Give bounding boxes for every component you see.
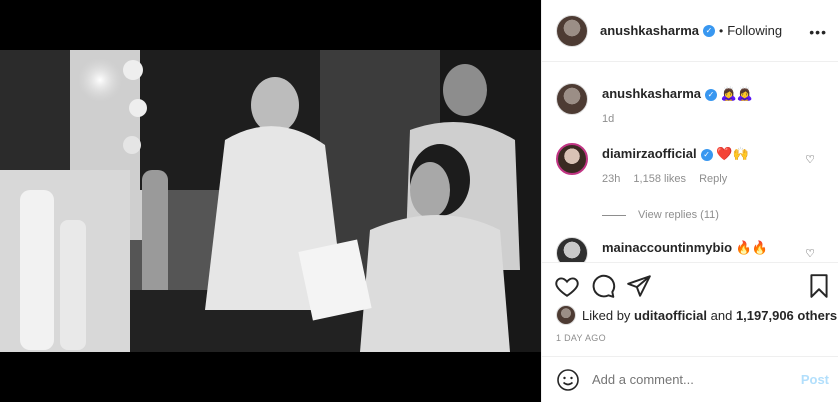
comment-line: diamirzaofficial ✓ ❤️🙌: [602, 145, 749, 163]
verified-badge-icon: ✓: [703, 24, 715, 37]
post-timestamp[interactable]: 1 DAY AGO: [556, 333, 606, 343]
comment-meta: 23h 1,158 likes Reply: [602, 173, 749, 185]
comment-time[interactable]: 23h: [602, 173, 620, 185]
caption-meta: 1d: [602, 113, 753, 125]
comment-likes[interactable]: 1,158 likes: [633, 173, 686, 185]
post-photo[interactable]: [0, 50, 541, 352]
verified-badge-icon: ✓: [700, 148, 713, 161]
author-username[interactable]: anushkasharma: [600, 23, 699, 38]
author-avatar[interactable]: [556, 14, 588, 47]
comment-like-heart-icon[interactable]: ♡: [805, 153, 815, 166]
caption-text: 🙇‍♀️🙇‍♀️: [720, 86, 753, 101]
caption-username[interactable]: anushkasharma: [602, 86, 701, 101]
caption-line: anushkasharma ✓ 🙇‍♀️🙇‍♀️: [602, 85, 753, 103]
add-comment-bar: Post: [542, 356, 838, 402]
more-options-icon[interactable]: •••: [809, 24, 827, 40]
liker-avatar[interactable]: [556, 305, 576, 325]
caption-time[interactable]: 1d: [602, 113, 614, 125]
comment-item: diamirzaofficial ✓ ❤️🙌 23h 1,158 likes Re…: [556, 143, 749, 185]
caption-item: anushkasharma ✓ 🙇‍♀️🙇‍♀️ 1d: [556, 83, 753, 125]
heart-icon[interactable]: [554, 273, 580, 299]
view-replies-button[interactable]: View replies (11): [602, 209, 719, 221]
commenter-avatar[interactable]: [556, 237, 588, 262]
separator-dot: •: [719, 23, 724, 38]
post-photo-art: [0, 50, 541, 352]
post-modal: anushkasharma ✓ • Following ••• anushkas…: [0, 0, 838, 402]
likes-count[interactable]: 1,197,906 others: [736, 308, 837, 323]
photo-pane: [0, 0, 541, 402]
commenter-avatar[interactable]: [556, 143, 588, 175]
comment-body: diamirzaofficial ✓ ❤️🙌 23h 1,158 likes Re…: [602, 145, 749, 185]
comment-line: mainaccountinmybio 🔥🔥: [602, 239, 768, 257]
caption-author-avatar[interactable]: [556, 83, 588, 115]
liker-username[interactable]: uditaofficial: [634, 308, 707, 323]
paper-plane-icon[interactable]: [626, 273, 652, 299]
following-button[interactable]: Following: [727, 23, 782, 38]
view-replies-label: View replies (11): [638, 209, 719, 221]
view-replies-line: [602, 214, 626, 216]
reply-button[interactable]: Reply: [699, 173, 727, 185]
smiley-icon[interactable]: [556, 368, 580, 392]
likes-conjunction: and: [710, 307, 733, 323]
bookmark-icon[interactable]: [806, 273, 832, 299]
action-bar: [542, 262, 838, 306]
verified-badge-icon: ✓: [705, 88, 717, 101]
comment-username[interactable]: mainaccountinmybio: [602, 240, 732, 255]
likes-summary: Liked by uditaofficial and 1,197,906 oth…: [556, 305, 837, 325]
comment-item: mainaccountinmybio 🔥🔥: [556, 237, 768, 262]
post-button[interactable]: Post: [801, 372, 829, 387]
post-header: anushkasharma ✓ • Following •••: [542, 0, 838, 62]
comment-like-heart-icon[interactable]: ♡: [805, 247, 815, 260]
comment-text: 🔥🔥: [735, 240, 769, 255]
likes-prefix: Liked by: [582, 307, 631, 323]
comment-input[interactable]: [592, 372, 782, 387]
comment-username[interactable]: diamirzaofficial: [602, 146, 697, 161]
comments-list[interactable]: anushkasharma ✓ 🙇‍♀️🙇‍♀️ 1d diamirzaoffic…: [542, 63, 838, 262]
caption-body: anushkasharma ✓ 🙇‍♀️🙇‍♀️ 1d: [602, 85, 753, 125]
post-sidebar: anushkasharma ✓ • Following ••• anushkas…: [541, 0, 838, 402]
comment-body: mainaccountinmybio 🔥🔥: [602, 239, 768, 262]
comment-icon[interactable]: [590, 273, 616, 299]
comment-text: ❤️🙌: [716, 146, 749, 161]
